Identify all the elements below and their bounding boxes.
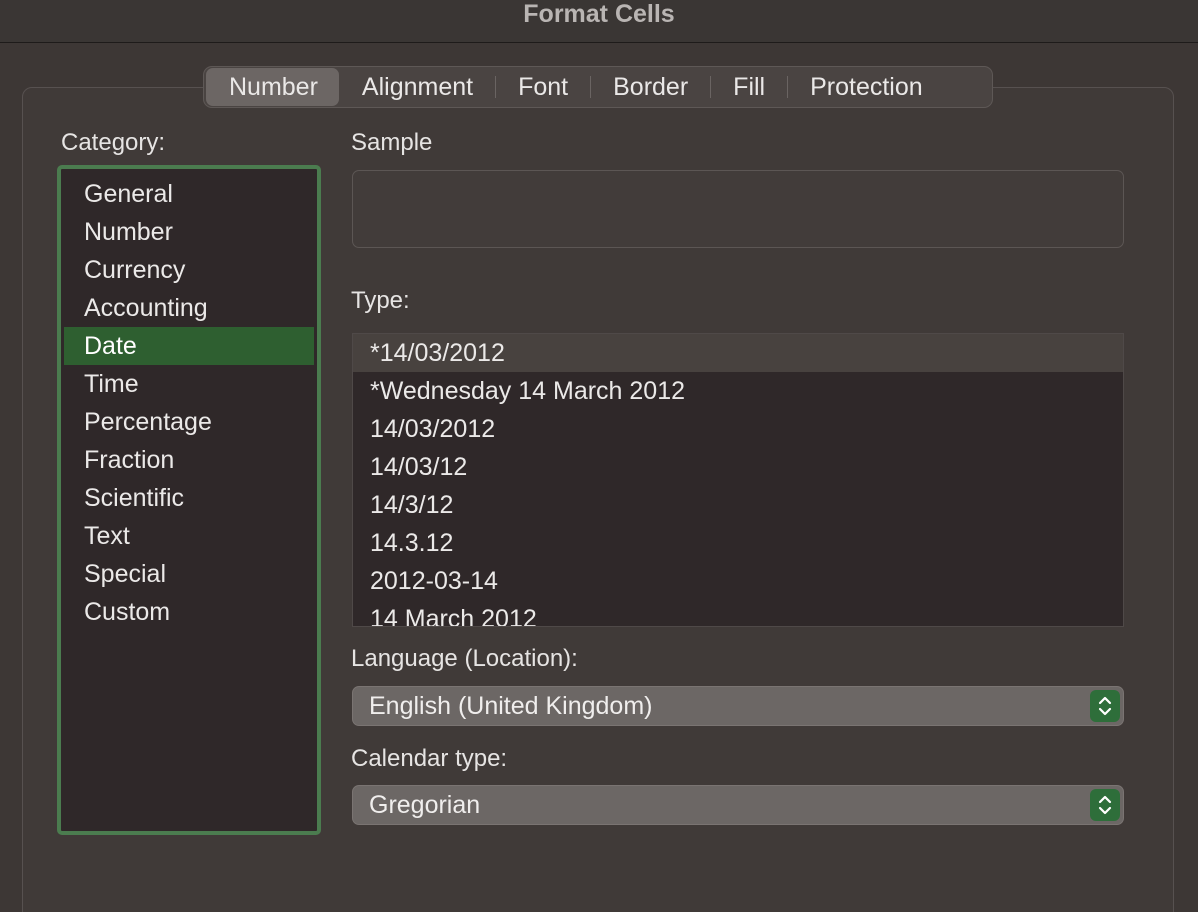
category-item-number[interactable]: Number xyxy=(64,213,314,251)
calendar-popup[interactable]: Gregorian xyxy=(352,785,1124,825)
category-item-general[interactable]: General xyxy=(64,175,314,213)
type-item[interactable]: 14.3.12 xyxy=(353,524,1123,562)
calendar-label: Calendar type: xyxy=(351,745,508,772)
type-item[interactable]: 14/3/12 xyxy=(353,486,1123,524)
dialog-title: Format Cells xyxy=(523,0,675,28)
calendar-value: Gregorian xyxy=(369,791,481,819)
language-value: English (United Kingdom) xyxy=(369,692,653,720)
tab-font[interactable]: Font xyxy=(496,68,590,106)
type-item[interactable]: 14/03/12 xyxy=(353,448,1123,486)
type-item[interactable]: 2012-03-14 xyxy=(353,562,1123,600)
tab-number[interactable]: Number xyxy=(206,68,339,106)
type-item[interactable]: *14/03/2012 xyxy=(353,334,1123,372)
category-item-text[interactable]: Text xyxy=(64,517,314,555)
category-item-special[interactable]: Special xyxy=(64,555,314,593)
type-label: Type: xyxy=(351,287,410,314)
chevron-up-down-icon xyxy=(1090,690,1120,722)
tab-alignment[interactable]: Alignment xyxy=(340,68,495,106)
category-item-accounting[interactable]: Accounting xyxy=(64,289,314,327)
category-item-date[interactable]: Date xyxy=(64,327,314,365)
type-item[interactable]: *Wednesday 14 March 2012 xyxy=(353,372,1123,410)
type-item[interactable]: 14 March 2012 xyxy=(353,600,1123,626)
category-item-scientific[interactable]: Scientific xyxy=(64,479,314,517)
chevron-up-down-icon xyxy=(1090,789,1120,821)
category-label: Category: xyxy=(61,129,166,156)
tab-fill[interactable]: Fill xyxy=(711,68,787,106)
category-item-time[interactable]: Time xyxy=(64,365,314,403)
category-item-currency[interactable]: Currency xyxy=(64,251,314,289)
tab-bar: Number Alignment Font Border Fill Protec… xyxy=(203,66,993,108)
type-list[interactable]: *14/03/2012 *Wednesday 14 March 2012 14/… xyxy=(352,333,1124,627)
title-bar: Format Cells xyxy=(0,0,1198,43)
format-cells-dialog: Format Cells Number Alignment Font Borde… xyxy=(0,0,1198,912)
category-item-custom[interactable]: Custom xyxy=(64,593,314,631)
language-label: Language (Location): xyxy=(351,645,578,672)
category-list[interactable]: General Number Currency Accounting Date … xyxy=(57,165,321,835)
tab-protection[interactable]: Protection xyxy=(788,68,945,106)
language-popup[interactable]: English (United Kingdom) xyxy=(352,686,1124,726)
sample-preview xyxy=(352,170,1124,248)
tab-border[interactable]: Border xyxy=(591,68,710,106)
category-item-fraction[interactable]: Fraction xyxy=(64,441,314,479)
sample-label: Sample xyxy=(351,129,433,156)
type-item[interactable]: 14/03/2012 xyxy=(353,410,1123,448)
category-item-percentage[interactable]: Percentage xyxy=(64,403,314,441)
